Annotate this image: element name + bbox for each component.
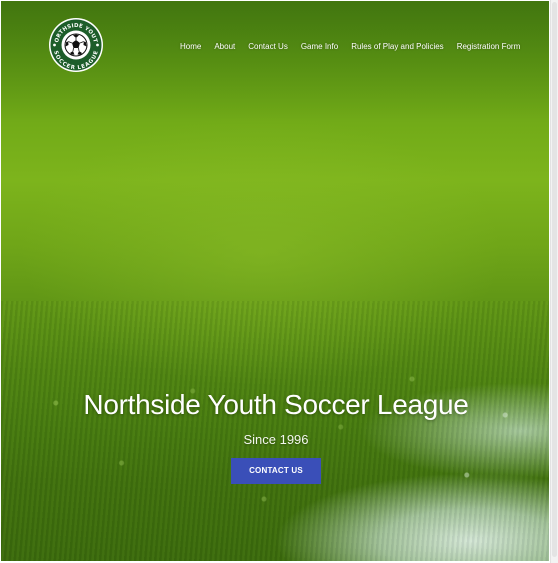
nav-contact-us[interactable]: Contact Us xyxy=(248,41,288,53)
logo-star-left xyxy=(53,43,56,47)
page: NORTHSIDE YOUTH SOCCER LEAGUE Home About… xyxy=(0,0,558,563)
nav-rules-of-play[interactable]: Rules of Play and Policies xyxy=(351,41,444,53)
soccer-ball-icon xyxy=(64,33,88,57)
nav-game-info[interactable]: Game Info xyxy=(301,41,338,53)
league-logo[interactable]: NORTHSIDE YOUTH SOCCER LEAGUE xyxy=(48,17,104,73)
nav-about[interactable]: About xyxy=(214,41,235,53)
main-nav: Home About Contact Us Game Info Rules of… xyxy=(180,40,520,54)
logo-star-right xyxy=(96,43,99,47)
scrollbar-thumb[interactable] xyxy=(552,2,557,557)
nav-home[interactable]: Home xyxy=(180,41,201,53)
hero-background: NORTHSIDE YOUTH SOCCER LEAGUE Home About… xyxy=(1,1,549,561)
hero-title: Northside Youth Soccer League xyxy=(83,389,469,420)
contact-us-button[interactable]: CONTACT US xyxy=(231,458,321,484)
scrollbar[interactable] xyxy=(550,0,558,563)
nav-registration-form[interactable]: Registration Form xyxy=(457,41,521,53)
hero-subtitle: Since 1996 xyxy=(243,432,309,447)
